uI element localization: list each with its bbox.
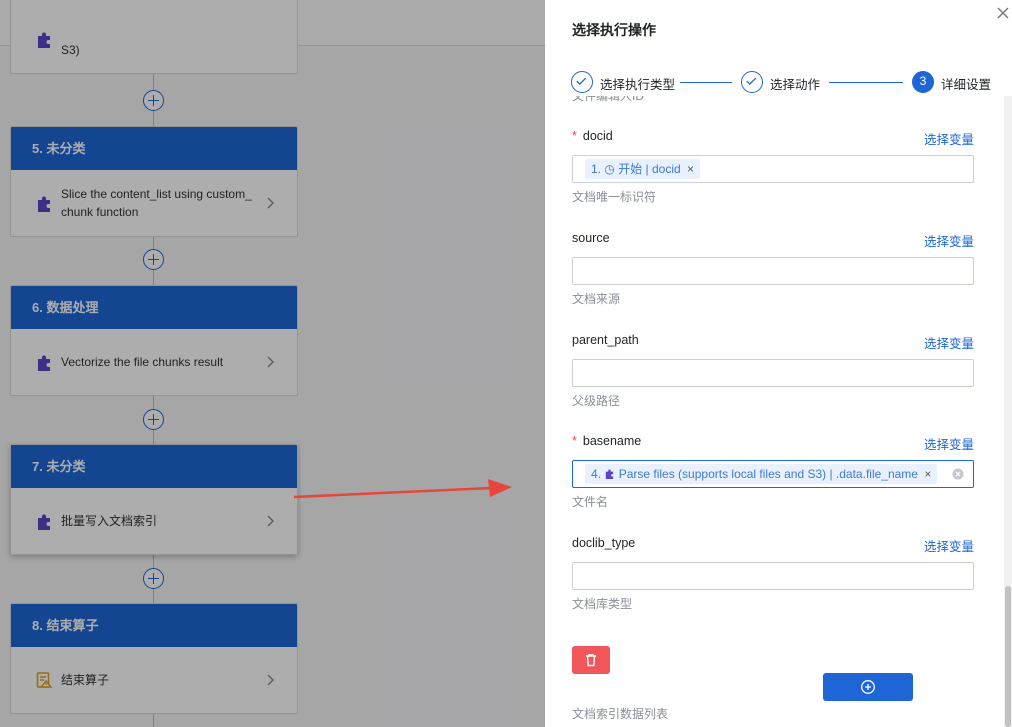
field-label: parent_path xyxy=(572,333,639,347)
add-node-button[interactable] xyxy=(143,249,164,270)
field-label: basename xyxy=(582,434,642,448)
scrollbar[interactable] xyxy=(1004,96,1012,727)
select-variable-link[interactable]: 选择变量 xyxy=(924,129,974,148)
node-body-text: 批量写入文档索引 xyxy=(61,514,158,528)
puzzle-icon xyxy=(606,469,614,479)
step-label: 选择执行类型 xyxy=(600,78,676,92)
node-header: 5. 未分类 xyxy=(11,127,297,170)
workflow-node-partial[interactable]: S3) xyxy=(10,0,298,74)
parent-path-input[interactable] xyxy=(572,359,974,387)
tag-text: Parse files (supports local files and S3… xyxy=(618,467,918,481)
add-node-button[interactable] xyxy=(143,409,164,430)
end-operator-icon xyxy=(36,672,53,688)
puzzle-icon xyxy=(38,32,50,48)
node-body-text: 结束算子 xyxy=(61,673,110,687)
clear-icon[interactable] xyxy=(952,468,964,480)
node-header: 7. 未分类 xyxy=(11,445,297,488)
node-body-text: Slice the content_list using custom_ chu… xyxy=(61,187,252,219)
chevron-right-icon xyxy=(267,674,274,686)
puzzle-icon xyxy=(38,514,50,530)
field-label: source xyxy=(572,231,610,245)
form-scroll-area[interactable]: 文件编辑人ID * docid 选择变量 1. ◷ 开始 | docid × 文档… xyxy=(545,96,1003,727)
workflow-node-selected[interactable]: 7. 未分类 批量写入文档索引 xyxy=(10,444,298,555)
node-body-text: Vectorize the file chunks result xyxy=(61,355,224,369)
node-body-text: S3) xyxy=(61,43,80,57)
select-variable-link[interactable]: 选择变量 xyxy=(924,231,974,250)
node-header: 8. 结束算子 xyxy=(11,604,297,647)
step-connector xyxy=(829,82,903,83)
field-hint: 文档唯一标识符 xyxy=(572,190,657,204)
step-label: 选择动作 xyxy=(770,78,821,92)
step-done-icon xyxy=(571,71,593,93)
select-variable-link[interactable]: 选择变量 xyxy=(924,434,974,453)
tag-remove-icon[interactable]: × xyxy=(687,162,694,176)
field-hint: 文件名 xyxy=(572,495,609,509)
field-hint: 父级路径 xyxy=(572,394,621,408)
start-clock-icon: ◷ xyxy=(604,162,615,176)
node-header: 6. 数据处理 xyxy=(11,286,297,329)
section-label: 文档索引数据列表 xyxy=(572,707,669,721)
chevron-right-icon xyxy=(267,515,274,527)
source-input[interactable] xyxy=(572,257,974,285)
step-label: 详细设置 xyxy=(941,78,992,92)
close-icon[interactable] xyxy=(995,5,1011,21)
field-hint: 文件编辑人ID xyxy=(572,96,645,103)
field-hint: 文档库类型 xyxy=(572,597,633,611)
workflow-node[interactable]: 6. 数据处理 Vectorize the file chunks result xyxy=(10,285,298,396)
basename-input[interactable]: 4. Parse files (supports local files and… xyxy=(572,460,974,488)
tag-index: 1. xyxy=(591,162,602,176)
step-done-icon xyxy=(741,71,763,93)
add-item-button[interactable] xyxy=(823,673,913,701)
puzzle-icon xyxy=(38,196,50,212)
step-connector xyxy=(680,82,732,83)
puzzle-icon xyxy=(38,355,50,371)
tag-text: 开始 | docid xyxy=(618,162,681,176)
select-variable-link[interactable]: 选择变量 xyxy=(924,536,974,555)
steps-indicator: 选择执行类型 选择动作 3 详细设置 xyxy=(571,71,991,95)
variable-tag[interactable]: 4. Parse files (supports local files and… xyxy=(585,464,938,484)
step-active-number: 3 xyxy=(912,71,934,93)
select-variable-link[interactable]: 选择变量 xyxy=(924,333,974,352)
doclib-type-input[interactable] xyxy=(572,562,974,590)
chevron-right-icon xyxy=(267,356,274,368)
workflow-node[interactable]: 5. 未分类 Slice the content_list using cust… xyxy=(10,126,298,237)
required-mark: * xyxy=(572,129,577,143)
workflow-canvas[interactable]: S3) 5. 未分类 Slice the content_list using … xyxy=(0,0,545,727)
add-node-button[interactable] xyxy=(143,90,164,111)
scrollbar-thumb[interactable] xyxy=(1005,586,1011,727)
required-mark: * xyxy=(572,434,577,448)
drawer-title: 选择执行操作 xyxy=(572,22,656,38)
trash-icon xyxy=(586,654,596,667)
action-settings-drawer: 选择执行操作 选择执行类型 选择动作 3 详细设置 文件编辑人ID * docid… xyxy=(545,0,1012,727)
chevron-right-icon xyxy=(267,197,274,209)
field-label: doclib_type xyxy=(572,536,636,550)
add-node-button[interactable] xyxy=(143,568,164,589)
workflow-node[interactable]: 8. 结束算子 结束算子 xyxy=(10,603,298,714)
variable-tag[interactable]: 1. ◷ 开始 | docid × xyxy=(585,159,701,179)
tag-remove-icon[interactable]: × xyxy=(924,467,931,481)
field-hint: 文档来源 xyxy=(572,292,621,306)
docid-input[interactable]: 1. ◷ 开始 | docid × xyxy=(572,155,974,183)
plus-circle-icon xyxy=(861,680,875,694)
delete-button[interactable] xyxy=(572,646,610,674)
field-label: docid xyxy=(582,129,613,143)
tag-index: 4. xyxy=(591,467,602,481)
